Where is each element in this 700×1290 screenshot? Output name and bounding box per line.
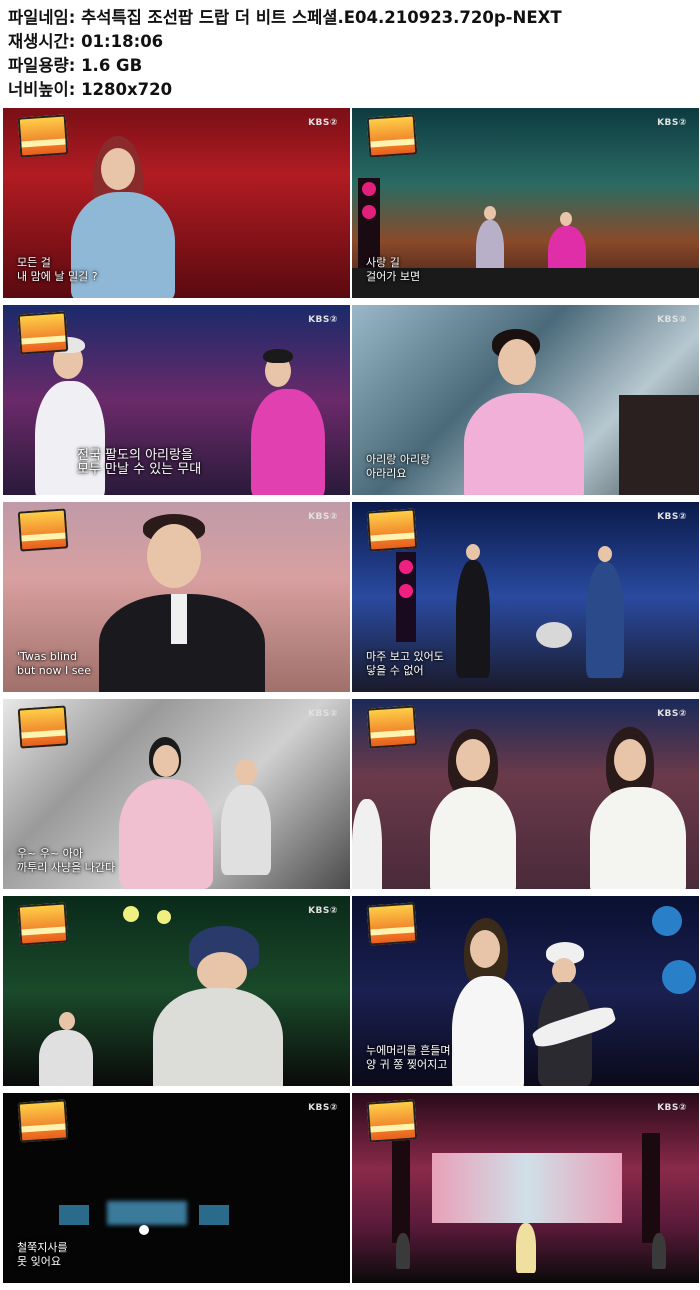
filesize-label: 파일용량: [8,56,76,75]
filesize-row: 파일용량: 1.6 GB [8,54,562,78]
show-logo-badge [17,508,69,552]
show-logo-badge [17,114,69,158]
kbs-logo: KBS② [308,1103,338,1113]
filename-value: 추석특집 조선팝 드랍 더 비트 스페셜.E04.210923.720p-NEX… [81,8,562,27]
file-info: 파일네임: 추석특집 조선팝 드랍 더 비트 스페셜.E04.210923.72… [8,6,562,102]
subtitle-caption: 아리랑 아리랑 아라리요 [366,453,431,480]
video-thumbnail[interactable]: 누에머리를 흔들며 양 귀 쫑 찢어지고 [352,896,699,1086]
kbs-logo: KBS② [657,1103,687,1113]
show-logo-badge [366,114,418,158]
show-logo-badge [17,1099,69,1143]
video-thumbnail[interactable]: KBS② 우~ 우~ 아아 까투리 사냥을 나간다 [3,699,350,889]
video-thumbnail[interactable]: KBS② [352,1093,699,1283]
kbs-logo: KBS② [308,906,338,916]
kbs-logo: KBS② [308,512,338,522]
kbs-logo: KBS② [657,118,687,128]
subtitle-caption: 사랑 길 걸어가 보면 [366,256,421,283]
kbs-logo: KBS② [308,315,338,325]
show-logo-badge [366,902,418,946]
video-thumbnail[interactable]: KBS② 아리랑 아리랑 아라리요 [352,305,699,495]
subtitle-caption: 누에머리를 흔들며 양 귀 쫑 찢어지고 [366,1044,451,1071]
resolution-row: 너비높이: 1280x720 [8,78,562,102]
filename-row: 파일네임: 추석특집 조선팝 드랍 더 비트 스페셜.E04.210923.72… [8,6,562,30]
subtitle-caption: 'Twas blind but now I see [17,650,91,677]
show-logo-badge [17,902,69,946]
filesize-value: 1.6 GB [81,56,143,75]
video-thumbnail[interactable]: KBS② 사랑 길 걸어가 보면 [352,108,699,298]
resolution-label: 너비높이: [8,80,76,99]
runtime-label: 재생시간: [8,32,76,51]
video-thumbnail[interactable]: KBS② 'Twas blind but now I see [3,502,350,692]
subtitle-caption: 전국 팔도의 아리랑을 모두 만날 수 있는 무대 [77,448,202,477]
video-thumbnail[interactable]: KBS② 전국 팔도의 아리랑을 모두 만날 수 있는 무대 [3,305,350,495]
subtitle-caption: 철쭉지사를 못 잊어요 [17,1241,68,1268]
kbs-logo: KBS② [657,709,687,719]
video-thumbnail[interactable]: KBS② [352,699,699,889]
subtitle-caption: 모든 걸 내 맘에 날 밀길 ? [17,256,98,283]
kbs-logo: KBS② [657,315,687,325]
show-logo-badge [17,705,69,749]
resolution-value: 1280x720 [81,80,173,99]
video-thumbnail[interactable]: KBS② 모든 걸 내 맘에 날 밀길 ? [3,108,350,298]
video-thumbnail[interactable]: KBS② 마주 보고 있어도 닿을 수 없어 [352,502,699,692]
show-logo-badge [17,311,69,355]
filename-label: 파일네임: [8,8,76,27]
video-thumbnail[interactable]: KBS② [3,896,350,1086]
thumbnail-grid: KBS② 모든 걸 내 맘에 날 밀길 ? KBS② 사랑 길 걸어가 보면 K… [0,106,700,1288]
show-logo-badge [366,508,418,552]
runtime-row: 재생시간: 01:18:06 [8,30,562,54]
kbs-logo: KBS② [308,709,338,719]
runtime-value: 01:18:06 [81,32,164,51]
video-thumbnail[interactable]: KBS② 철쭉지사를 못 잊어요 [3,1093,350,1283]
subtitle-caption: 마주 보고 있어도 닿을 수 없어 [366,650,444,677]
show-logo-badge [366,1099,418,1143]
subtitle-caption: 우~ 우~ 아아 까투리 사냥을 나간다 [17,847,116,874]
kbs-logo: KBS② [657,512,687,522]
show-logo-badge [366,705,418,749]
kbs-logo: KBS② [308,118,338,128]
